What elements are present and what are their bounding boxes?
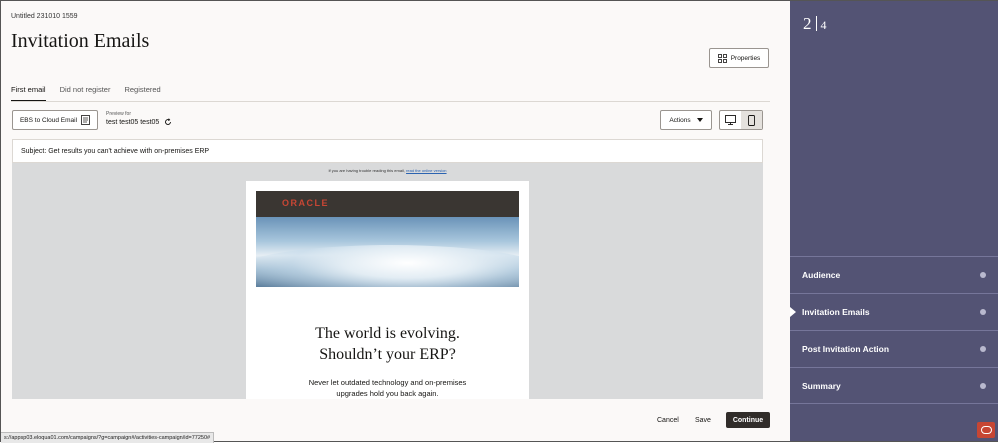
page-title: Invitation Emails xyxy=(11,30,150,52)
headline-line-2: Shouldn’t your ERP? xyxy=(319,346,456,363)
tab-first-email[interactable]: First email xyxy=(11,85,46,102)
sidebar-item-summary[interactable]: Summary xyxy=(790,367,998,404)
email-tabs: First email Did not register Registered xyxy=(11,85,161,102)
save-button[interactable]: Save xyxy=(695,412,711,428)
sidebar-item-label: Summary xyxy=(802,380,841,391)
email-subject-bar: Subject: Get results you can't achieve w… xyxy=(12,139,763,163)
actions-label: Actions xyxy=(669,116,691,124)
sidebar-item-invitation-emails[interactable]: Invitation Emails xyxy=(790,293,998,330)
status-dot-icon xyxy=(980,346,986,352)
body-line-2: upgrades hold you back again. xyxy=(336,389,439,398)
email-body: ORACLE The world is evolving. Shouldn’t … xyxy=(246,181,529,399)
desktop-view-button[interactable] xyxy=(720,111,741,129)
status-dot-icon xyxy=(980,272,986,278)
browser-status-url: s://appsp03.eloqua01.com/campaigns/?g=ca… xyxy=(1,432,215,443)
step-separator xyxy=(815,16,817,31)
step-indicator: 24 xyxy=(803,14,827,34)
email-selector-label: EBS to Cloud Email xyxy=(19,116,78,124)
mobile-icon xyxy=(748,114,755,126)
grid-icon xyxy=(717,53,727,63)
step-total: 4 xyxy=(820,18,827,32)
sidebar-item-label: Audience xyxy=(802,270,841,280)
email-header: ORACLE xyxy=(256,191,519,217)
caret-down-icon xyxy=(696,118,703,122)
oracle-assistant-icon[interactable] xyxy=(977,422,995,438)
sidebar-item-label: Invitation Emails xyxy=(802,307,870,317)
sidebar-item-audience[interactable]: Audience xyxy=(790,256,998,293)
email-content: ORACLE The world is evolving. Shouldn’t … xyxy=(256,191,519,399)
email-preview-canvas: If you are having trouble reading this e… xyxy=(12,163,763,399)
tab-did-not-register[interactable]: Did not register xyxy=(60,85,111,101)
mobile-view-button[interactable] xyxy=(741,111,762,129)
cancel-button[interactable]: Cancel xyxy=(657,412,679,428)
email-body-copy: Never let outdated technology and on-pre… xyxy=(256,377,519,399)
preview-for-label: Preview for xyxy=(106,111,132,117)
actions-menu-button[interactable]: Actions xyxy=(660,110,712,130)
online-version-notice: If you are having trouble reading this e… xyxy=(12,168,763,173)
online-version-link[interactable]: read the online version xyxy=(406,168,446,173)
wizard-sidebar: 24 Audience Invitation Emails Post Invit… xyxy=(790,1,998,441)
breadcrumb[interactable]: Untitled 231010 1559 xyxy=(11,13,78,20)
sidebar-item-label: Post Invitation Action xyxy=(802,344,890,354)
step-current: 2 xyxy=(803,14,812,33)
status-dot-icon xyxy=(980,382,986,389)
body-line-1: Never let outdated technology and on-pre… xyxy=(308,378,467,387)
headline-line-1: The world is evolving. xyxy=(315,325,460,342)
tab-registered[interactable]: Registered xyxy=(124,85,160,101)
refresh-icon[interactable] xyxy=(164,118,172,126)
status-dot-icon xyxy=(980,309,986,315)
document-icon xyxy=(81,115,90,125)
sidebar-item-post-invitation-action[interactable]: Post Invitation Action xyxy=(790,330,998,367)
preview-recipient[interactable]: test test05 test05 xyxy=(106,118,172,126)
email-headline: The world is evolving. Shouldn’t your ER… xyxy=(256,323,519,365)
properties-label: Properties xyxy=(730,54,761,62)
hero-road-graphic xyxy=(256,245,519,287)
tab-divider xyxy=(11,101,770,102)
main-panel: Untitled 231010 1559 Invitation Emails P… xyxy=(1,1,790,441)
oracle-logo: ORACLE xyxy=(282,198,329,208)
email-subject: Subject: Get results you can't achieve w… xyxy=(21,147,210,155)
online-version-text: If you are having trouble reading this e… xyxy=(328,168,405,173)
continue-button[interactable]: Continue xyxy=(726,412,770,428)
properties-button[interactable]: Properties xyxy=(709,48,769,68)
email-selector-button[interactable]: EBS to Cloud Email xyxy=(12,110,98,130)
preview-recipient-name: test test05 test05 xyxy=(106,118,160,126)
desktop-icon xyxy=(725,115,736,125)
device-preview-toggle xyxy=(719,110,763,130)
hero-image xyxy=(256,217,519,287)
